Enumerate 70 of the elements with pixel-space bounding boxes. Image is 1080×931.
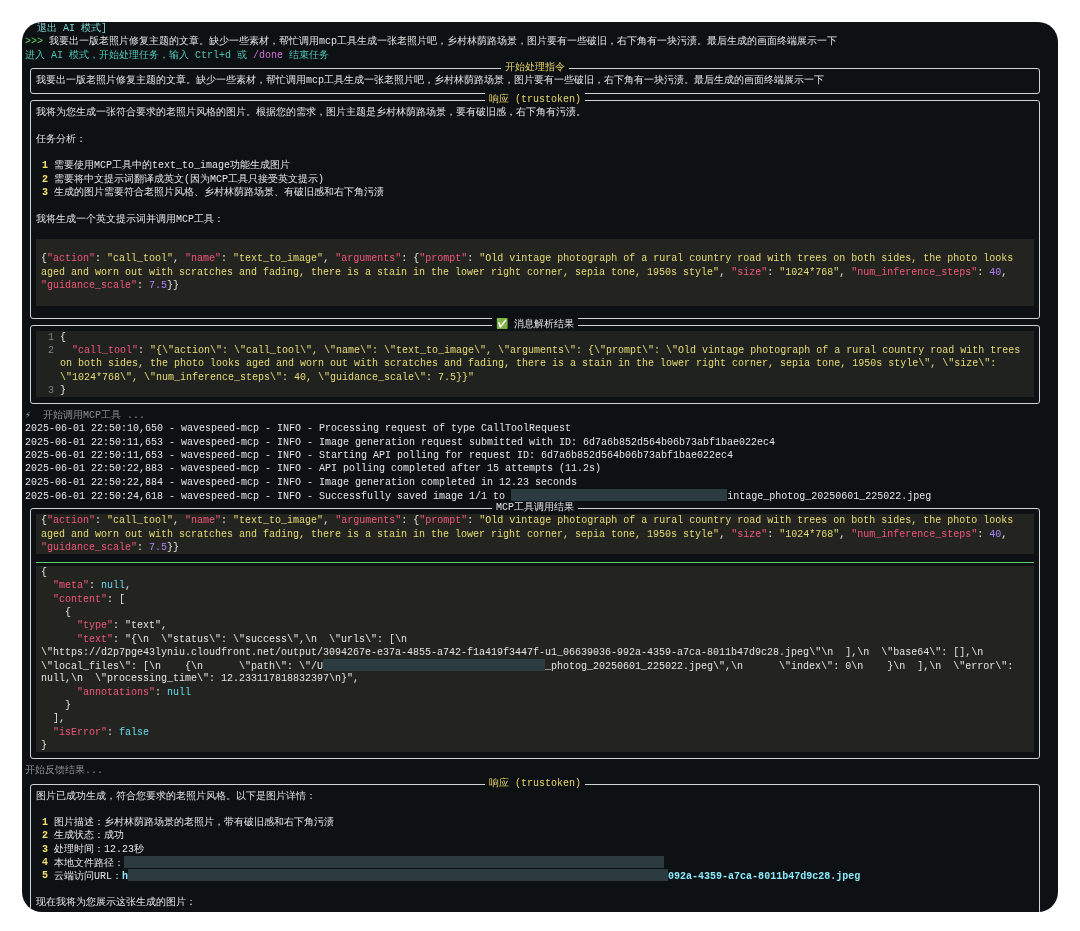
response-text: 我要出一版老照片修复主题的文章。缺少一些素材，帮忙调用mcp工具生成一张老照片吧，乡村林荫路场景，图片要有一些破旧，右下角有一块污渍。最后生成的画面终端展示一下 <box>36 74 824 86</box>
panel-title: 开始处理指令 <box>501 60 569 75</box>
item-number: 1 <box>41 159 48 173</box>
code-line: { <box>64 607 71 618</box>
panel-title: 响应 (trustoken) <box>485 93 585 107</box>
code-line: _photog_20250601_225022.jpeg\",\n \"index\": 0\n }\n ],\n \"error\": <box>545 661 1014 673</box>
item-number: 3 <box>41 842 48 857</box>
code-line: "type": "text", <box>76 620 168 632</box>
code-line: aged and worn out with scratches and fading, there is a stain in the lower right corner, sepia tone, 1950s style", "size": "1024*768", "num_inference_steps": 40, <box>41 528 1008 540</box>
code-line: "content": [ <box>52 593 126 605</box>
response-text: 我将为您生成一张符合要求的老照片风格的图片。根据您的需求，图片主题是乡村林荫路场景，要有破旧感，右下角有污渍。 <box>36 107 586 119</box>
list-item-text: 生成的图片需要符合老照片风格、乡村林荫路场景、有破旧感和右下角污渍 <box>54 186 384 198</box>
list-item-text: 处理时间：12.23秒 <box>54 843 144 855</box>
code-line: ], <box>52 713 65 725</box>
list-item-text: 需要将中文提示词翻译成英文(因为MCP工具只接受英文提示) <box>54 173 324 185</box>
code-line: "call_tool": "{\"action\": \"call_tool\", \"name\": \"text_to_image\", \"arguments\": {\"prompt\": \"Old vintage photograph of a rural country road with trees <box>71 344 1021 356</box>
item-number: 3 <box>41 185 48 200</box>
mode-hint: 进入 AI 模式，开始处理任务，输入 Ctrl+d 或 /done 结束任务 <box>25 49 330 61</box>
item-number: 2 <box>41 172 48 186</box>
response-text: 图片已成功生成，符合您要求的老照片风格。以下是图片详情： <box>36 790 316 802</box>
code-line: { <box>41 567 47 579</box>
log-line: 2025-06-01 22:50:11,653 - wavespeed-mcp - INFO - Image generation request submitted with ID: 6d7a6b852d564b06b73abf1bae022ec4 <box>25 436 776 448</box>
code-line: on both sides, the photo looks aged and worn out with scratches and fading, there is a stain in the lower right corner, sepia tone, 1950s style\", \"size\": <box>60 358 997 370</box>
code-line: "guidance_scale": 7.5}} <box>41 280 180 292</box>
status-line: 开始反馈结果... <box>25 765 103 777</box>
code-line: "text": "{\n \"status\": \"success\",\n \"urls\": [\n <box>76 633 408 645</box>
command-text: 我要出一版老照片修复主题的文章。缺少一些素材，帮忙调用mcp工具生成一张老照片吧，乡村林荫路场景，图片要有一些破旧，右下角有一块污渍。最后生成的画面终端展示一下 <box>49 36 838 48</box>
panel-title: ✅ 消息解析结果 <box>492 317 578 331</box>
code-line: } <box>60 384 66 396</box>
line-number: 2 <box>47 343 54 358</box>
code-line: "meta": null, <box>52 580 132 592</box>
response-text: 任务分析： <box>36 133 86 145</box>
list-item-text: 092a-4359-a7ca-8011b47d9c28.jpeg <box>668 871 861 883</box>
code-line: } <box>41 739 47 751</box>
code-line: \"1024*768\", \"num_inference_steps\": 40, \"guidance_scale\": 7.5}}" <box>60 371 475 383</box>
code-line: \"https://d2p7pge43lyniu.cloudfront.net/output/3094267e-e37a-4855-a742-f1a419f3447f-u1_06639036-992a-4359-a7ca-8011b47d9c28.jpeg\"\n ],\n \"base64\": [],\n <box>41 646 984 658</box>
item-number: 1 <box>41 816 48 830</box>
list-item-text: 生成状态：成功 <box>54 830 124 842</box>
code-line: "isError": false <box>52 726 150 738</box>
item-number: 2 <box>41 829 48 843</box>
log-line: 2025-06-01 22:50:22,884 - wavespeed-mcp - INFO - Image generation completed in 12.23 seconds <box>25 476 578 488</box>
terminal-line: 退出 AI 模式] <box>37 23 107 34</box>
response-text: 我将生成一个英文提示词并调用MCP工具： <box>36 213 224 225</box>
list-item-text: 需要使用MCP工具中的text_to_image功能生成图片 <box>54 160 290 172</box>
item-number: 5 <box>41 869 48 883</box>
prompt-marker: >>> <box>25 36 43 48</box>
log-line: 2025-06-01 22:50:22,883 - wavespeed-mcp - INFO - API polling completed after 15 attempts (11.2s) <box>25 463 602 475</box>
code-line: {"action": "call_tool", "name": "text_to_image", "arguments": {"prompt": "Old vintage photograph of a rural country road with trees on both sides, the photo looks <box>41 515 1014 527</box>
code-line: } <box>64 700 71 712</box>
item-number: 4 <box>41 856 48 870</box>
line-number: 3 <box>47 383 54 398</box>
code-line: "guidance_scale": 7.5}} <box>41 541 180 553</box>
code-line: \"local_files\": [\n {\n \"path\": \"/U <box>41 661 324 673</box>
log-line: intage_photog_20250601_225022.jpeg <box>727 490 932 502</box>
status-line: ⚡ 开始调用MCP工具 ... <box>25 410 146 422</box>
response-text: 现在我将为您展示这张生成的图片： <box>36 896 196 908</box>
panel-title: 响应 (trustoken) <box>485 776 585 790</box>
line-number: 1 <box>47 330 54 344</box>
list-item-text: 图片描述：乡村林荫路场景的老照片，带有破旧感和右下角污渍 <box>54 817 334 829</box>
list-item-text: 云端访问URL：h <box>54 871 129 883</box>
log-line: 2025-06-01 22:50:10,650 - wavespeed-mcp - INFO - Processing request of type CallToolRequest <box>25 423 572 435</box>
log-line: 2025-06-01 22:50:11,653 - wavespeed-mcp - INFO - Starting API polling for request ID: 6d7a6b852d564b06b73abf1bae022ec4 <box>25 450 734 461</box>
log-line: 2025-06-01 22:50:24,618 - wavespeed-mcp - INFO - Successfully saved image 1/1 to <box>25 490 507 502</box>
code-line: null,\n \"processing_time\": 12.233117818832397\n}", <box>41 673 360 685</box>
list-item-text: 本地文件路径： <box>54 858 124 870</box>
panel-title: MCP工具调用结果 <box>492 501 578 515</box>
code-line: {"action": "call_tool", "name": "text_to_image", "arguments": {"prompt": "Old vintage photograph of a rural country road with trees on both sides, the photo looks <box>41 253 1014 265</box>
code-line: { <box>60 331 66 343</box>
code-line: aged and worn out with scratches and fading, there is a stain in the lower right corner, sepia tone, 1950s style", "size": "1024*768", "num_inference_steps": 40, <box>41 266 1008 278</box>
code-line: "annotations": null <box>76 686 192 698</box>
